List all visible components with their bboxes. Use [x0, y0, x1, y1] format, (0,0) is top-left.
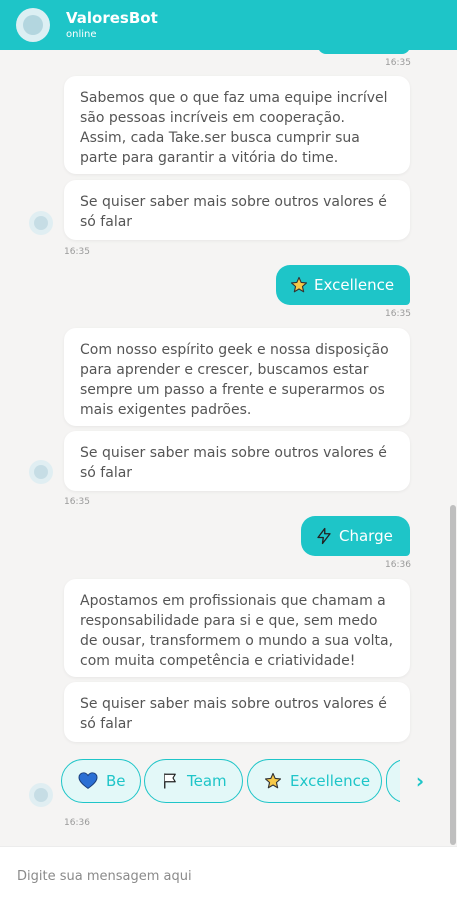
- bot-message-followup: Se quiser saber mais sobre outros valore…: [64, 431, 410, 491]
- flag-icon: [161, 772, 179, 790]
- timestamp: 16:35: [64, 497, 90, 507]
- quick-reply-excellence[interactable]: Excellence: [247, 759, 382, 803]
- timestamp: 16:35: [385, 58, 411, 68]
- user-message-label: Excellence: [314, 276, 395, 294]
- user-message-label: Charge: [339, 527, 393, 545]
- timestamp: 16:35: [64, 247, 90, 257]
- star-icon: [290, 276, 308, 294]
- message-input-bar: [0, 846, 457, 906]
- bot-avatar: [29, 460, 53, 484]
- bot-avatar: [29, 211, 53, 235]
- bot-message: Sabemos que o que faz uma equipe incríve…: [64, 76, 410, 174]
- quick-reply-team[interactable]: Team: [144, 759, 243, 803]
- bot-avatar: [16, 8, 50, 42]
- timestamp: 16:36: [64, 818, 90, 828]
- heart-icon: [78, 772, 98, 790]
- user-bubble-partial: [318, 50, 410, 54]
- timestamp: 16:35: [385, 309, 411, 319]
- chat-header: ValoresBot online: [0, 0, 457, 50]
- bot-message-followup: Se quiser saber mais sobre outros valore…: [64, 180, 410, 240]
- bot-message: Com nosso espírito geek e nossa disposiç…: [64, 328, 410, 426]
- timestamp: 16:36: [385, 560, 411, 570]
- bot-message: Apostamos em profissionais que chamam a …: [64, 579, 410, 677]
- user-message: Charge: [301, 516, 410, 556]
- quick-reply-label: Excellence: [290, 772, 371, 790]
- star-icon: [264, 772, 282, 790]
- quick-reply-label: Team: [187, 772, 227, 790]
- bot-avatar: [29, 783, 53, 807]
- chevron-right-icon[interactable]: ›: [400, 759, 440, 803]
- quick-reply-label: Be: [106, 772, 126, 790]
- lightning-icon: [315, 527, 333, 545]
- chat-area[interactable]: 16:35 Sabemos que o que faz uma equipe i…: [0, 50, 449, 846]
- bot-message-followup: Se quiser saber mais sobre outros valore…: [64, 682, 410, 742]
- bot-status: online: [66, 28, 97, 40]
- message-input[interactable]: [17, 869, 437, 884]
- user-message: Excellence: [276, 265, 410, 305]
- quick-reply-be[interactable]: Be: [61, 759, 141, 803]
- scrollbar-thumb[interactable]: [450, 505, 456, 845]
- bot-name: ValoresBot: [66, 8, 158, 27]
